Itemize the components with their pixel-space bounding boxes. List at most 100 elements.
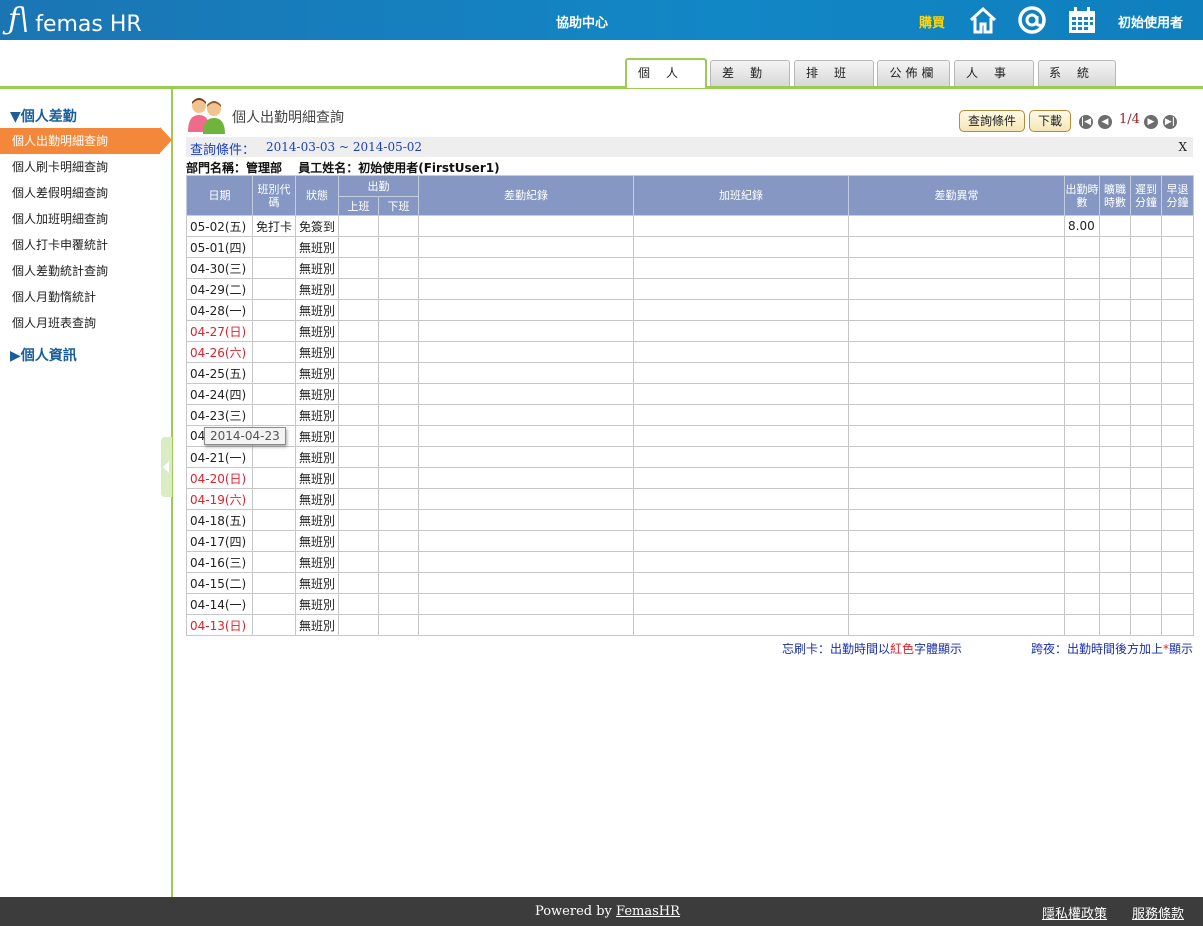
col-absent-hours: 曠職時數	[1099, 175, 1131, 216]
cell-attendance-record	[418, 614, 634, 636]
tab-system[interactable]: 系統	[1038, 60, 1116, 86]
cell-absent-hours	[1099, 383, 1131, 405]
sidebar-section-personal-info[interactable]: ▶個人資訊	[10, 345, 77, 365]
cell-date: 04-15(二)	[186, 572, 253, 594]
cell-clock-in	[338, 551, 379, 573]
home-icon[interactable]	[968, 5, 998, 35]
cell-work-hours	[1064, 383, 1100, 405]
sidebar-item-attendance-stats[interactable]: 個人差勤統計查詢	[0, 258, 171, 284]
cell-late-minutes	[1130, 530, 1162, 552]
user-menu[interactable]: 初始使用者	[1118, 12, 1183, 31]
cell-status: 無班別	[295, 572, 339, 594]
download-button[interactable]: 下載	[1029, 110, 1072, 132]
query-condition-bar: 查詢條件： 2014-03-03 ~ 2014-05-02 X	[186, 137, 1193, 158]
cell-shift-code: 免打卡	[252, 215, 296, 237]
cell-status: 無班別	[295, 530, 339, 552]
cell-clock-in	[338, 509, 379, 531]
purchase-link[interactable]: 購買	[919, 12, 945, 31]
cell-clock-in	[338, 278, 379, 300]
col-date: 日期	[186, 175, 253, 216]
cell-clock-out	[378, 614, 419, 636]
close-condition-button[interactable]: X	[1178, 140, 1187, 154]
cell-date: 04-16(三)	[186, 551, 253, 573]
tab-personal[interactable]: 個人	[625, 58, 707, 88]
cell-clock-in	[338, 257, 379, 279]
femashr-link[interactable]: FemasHR	[616, 904, 680, 919]
cell-overtime-record	[633, 404, 849, 426]
cell-attendance-record	[418, 320, 634, 342]
cell-shift-code	[252, 236, 296, 258]
sidebar-item-attendance-detail[interactable]: 個人出勤明細查詢	[0, 128, 160, 154]
cell-absent-hours	[1099, 320, 1131, 342]
cell-absent-hours	[1099, 425, 1131, 447]
help-center-link[interactable]: 協助中心	[556, 12, 608, 31]
cell-work-hours	[1064, 530, 1100, 552]
cell-overtime-record	[633, 488, 849, 510]
col-status: 狀態	[295, 175, 339, 216]
cell-early-leave-minutes	[1161, 467, 1194, 489]
employee-info: 部門名稱：管理部 員工姓名：初始使用者(FirstUser1)	[186, 159, 500, 176]
table-row: 04-26(六) 無班別	[186, 341, 1194, 363]
prev-page-icon[interactable]: ◀	[1098, 115, 1112, 129]
cell-absent-hours	[1099, 236, 1131, 258]
sidebar-item-monthly-schedule[interactable]: 個人月班表查詢	[0, 310, 171, 336]
tab-shift[interactable]: 排班	[794, 60, 874, 86]
cell-absent-hours	[1099, 614, 1131, 636]
cell-status: 無班別	[295, 551, 339, 573]
cell-absent-hours	[1099, 278, 1131, 300]
cell-clock-in	[338, 488, 379, 510]
first-page-icon[interactable]: |◀	[1079, 115, 1093, 129]
cell-late-minutes	[1130, 593, 1162, 615]
cell-attendance-abnormal	[848, 362, 1065, 384]
cell-work-hours	[1064, 257, 1100, 279]
next-page-icon[interactable]: ▶	[1144, 115, 1158, 129]
cell-clock-in	[338, 572, 379, 594]
cell-status: 無班別	[295, 236, 339, 258]
tab-hr[interactable]: 人事	[954, 60, 1034, 86]
legend-overnight: 跨夜：出勤時間後方加上*顯示	[1030, 642, 1193, 656]
sidebar-item-overtime-detail[interactable]: 個人加班明細查詢	[0, 206, 171, 232]
cell-early-leave-minutes	[1161, 278, 1194, 300]
sidebar-item-swipe-detail[interactable]: 個人刷卡明細查詢	[0, 154, 171, 180]
cell-early-leave-minutes	[1161, 425, 1194, 447]
cell-attendance-record	[418, 488, 634, 510]
sidebar-item-leave-detail[interactable]: 個人差假明細查詢	[0, 180, 171, 206]
table-row: 04-24(四) 無班別	[186, 383, 1194, 405]
calendar-icon[interactable]	[1067, 5, 1097, 35]
sidebar-collapse-handle[interactable]	[161, 437, 172, 497]
cell-attendance-record	[418, 446, 634, 468]
cell-clock-out	[378, 467, 419, 489]
query-conditions-button[interactable]: 查詢條件	[959, 110, 1026, 132]
at-icon[interactable]	[1017, 5, 1047, 35]
sidebar-item-monthly-stats[interactable]: 個人月勤惰統計	[0, 284, 171, 310]
femas-logo[interactable]: ƒ\ femas HR	[8, 3, 142, 37]
tab-bulletin[interactable]: 公佈欄	[877, 60, 950, 86]
table-row: 04-25(五) 無班別	[186, 362, 1194, 384]
cell-clock-out	[378, 278, 419, 300]
tab-attendance[interactable]: 差勤	[710, 60, 790, 86]
cell-attendance-record	[418, 404, 634, 426]
last-page-icon[interactable]: ▶|	[1163, 115, 1177, 129]
cell-attendance-abnormal	[848, 572, 1065, 594]
cell-attendance-abnormal	[848, 341, 1065, 363]
table-row: 04-27(日) 無班別	[186, 320, 1194, 342]
cell-status: 免簽到	[295, 215, 339, 237]
cell-attendance-record	[418, 551, 634, 573]
sidebar-section-attendance[interactable]: ▼個人差勤	[10, 106, 77, 126]
cell-overtime-record	[633, 236, 849, 258]
cell-attendance-record	[418, 425, 634, 447]
terms-of-service-link[interactable]: 服務條款	[1132, 903, 1184, 922]
sidebar-item-punch-appeal[interactable]: 個人打卡申覆統計	[0, 232, 171, 258]
logo-text: femas HR	[35, 11, 142, 37]
cell-status: 無班別	[295, 320, 339, 342]
privacy-policy-link[interactable]: 隱私權政策	[1042, 903, 1107, 922]
cell-overtime-record	[633, 383, 849, 405]
col-early-leave-minutes: 早退分鐘	[1161, 175, 1194, 216]
col-overtime-record: 加班紀錄	[633, 175, 849, 216]
col-clock-out: 下班	[378, 196, 419, 216]
cell-status: 無班別	[295, 467, 339, 489]
cell-date: 04-25(五)	[186, 362, 253, 384]
cell-early-leave-minutes	[1161, 446, 1194, 468]
femas-logo-mark-icon: ƒ\	[8, 2, 30, 37]
cell-overtime-record	[633, 551, 849, 573]
